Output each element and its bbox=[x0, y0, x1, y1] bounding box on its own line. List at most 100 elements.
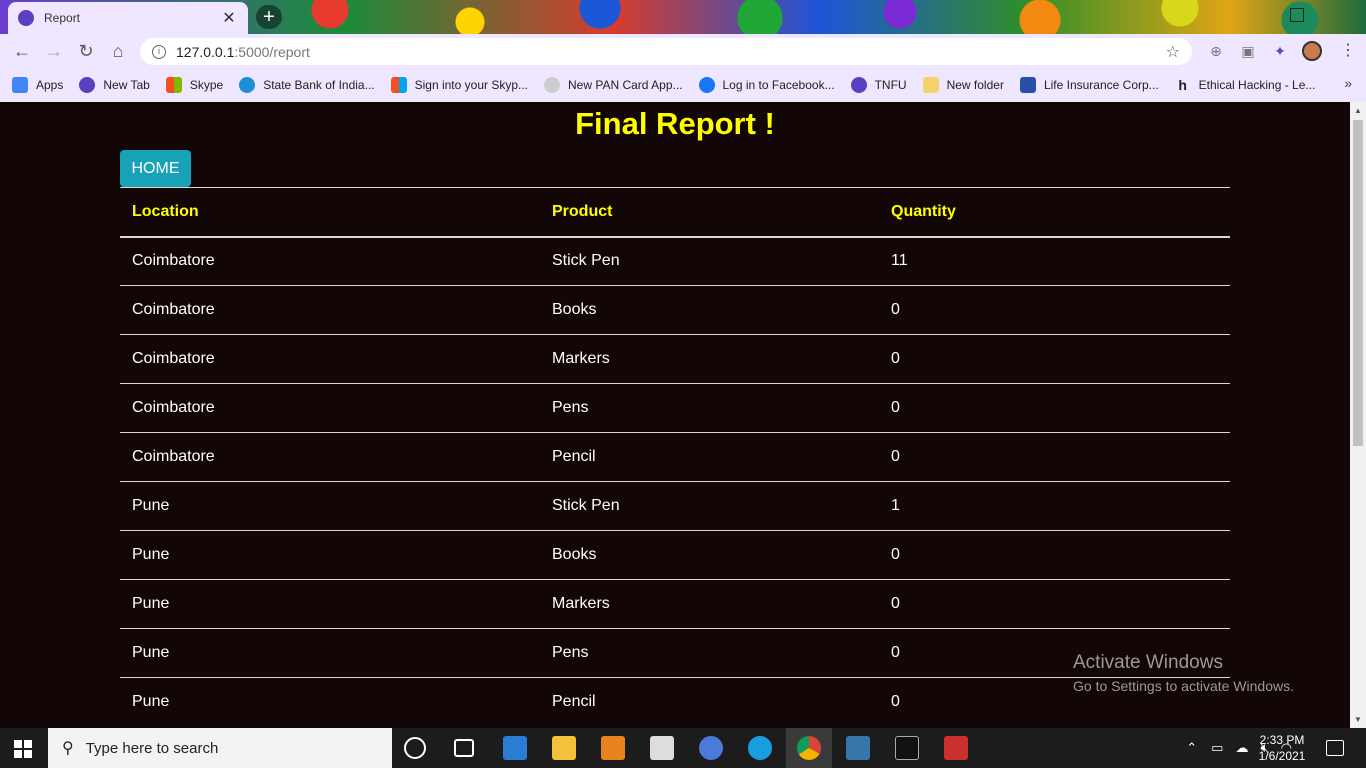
taskbar-clock[interactable]: 2:33 PM 1/6/2021 bbox=[1254, 732, 1310, 764]
bookmark-tnfu[interactable]: TNFU bbox=[850, 77, 907, 93]
search-icon: ⚲ bbox=[62, 740, 74, 757]
table-row: Coimbatore Stick Pen 11 bbox=[120, 236, 1230, 286]
browser-tab[interactable]: Report ✕ bbox=[8, 2, 248, 34]
cell-quantity: 11 bbox=[879, 236, 1230, 286]
cell-location: Coimbatore bbox=[120, 432, 540, 482]
tab-close-icon[interactable]: ✕ bbox=[220, 8, 238, 28]
cell-location: Pune bbox=[120, 628, 540, 678]
bookmark-sbi[interactable]: State Bank of India... bbox=[239, 77, 375, 93]
command-prompt-icon[interactable] bbox=[895, 736, 919, 760]
watermark-line-2: Go to Settings to activate Windows. bbox=[1073, 678, 1294, 694]
table-row: Pune Pencil 0 bbox=[120, 677, 1230, 727]
notification-center-icon[interactable] bbox=[1326, 740, 1344, 756]
sublime-text-icon[interactable] bbox=[601, 736, 625, 760]
cell-product: Markers bbox=[540, 334, 879, 384]
tab-favicon-icon bbox=[18, 10, 34, 26]
battery-icon[interactable]: ▭ bbox=[1211, 740, 1223, 756]
scroll-up-icon[interactable]: ▲ bbox=[1354, 106, 1362, 115]
table-row: Coimbatore Pens 0 bbox=[120, 383, 1230, 433]
cell-quantity: 0 bbox=[879, 383, 1230, 433]
tray-expand-icon[interactable]: ⌃ bbox=[1186, 740, 1197, 756]
python-icon[interactable] bbox=[846, 736, 870, 760]
page-content: Final Report ! HOME Location Product Qua… bbox=[0, 102, 1350, 728]
report-table: Location Product Quantity Coimbatore Sti… bbox=[120, 187, 1230, 727]
back-arrow-icon[interactable]: ← bbox=[12, 41, 32, 61]
page-scrollbar[interactable]: ▲ ▼ bbox=[1350, 102, 1366, 728]
hacking-logo-icon: h bbox=[1178, 77, 1187, 93]
chrome-icon[interactable] bbox=[797, 736, 821, 760]
page-title: Final Report ! bbox=[575, 106, 775, 141]
mail-icon[interactable] bbox=[503, 736, 527, 760]
clock-time: 2:33 PM bbox=[1259, 733, 1305, 747]
chrome-alt-icon[interactable] bbox=[699, 736, 723, 760]
new-tab-favicon-icon bbox=[79, 77, 96, 93]
filezilla-icon[interactable] bbox=[944, 736, 968, 760]
forward-arrow-icon[interactable]: → bbox=[44, 41, 64, 61]
reload-icon[interactable]: ↻ bbox=[76, 41, 96, 61]
new-tab-icon[interactable]: + bbox=[256, 5, 282, 29]
url-text: 127.0.0.1:5000/report bbox=[176, 43, 310, 60]
scroll-down-icon[interactable]: ▼ bbox=[1354, 715, 1362, 724]
edge-icon[interactable] bbox=[748, 736, 772, 760]
table-row: Coimbatore Books 0 bbox=[120, 285, 1230, 335]
cell-location: Coimbatore bbox=[120, 383, 540, 433]
cell-product: Pens bbox=[540, 628, 879, 678]
activate-windows-watermark: Activate Windows Go to Settings to activ… bbox=[1073, 652, 1294, 694]
bookmark-new-folder[interactable]: New folder bbox=[922, 77, 1004, 93]
clock-date: 1/6/2021 bbox=[1258, 749, 1306, 763]
bookmark-skype-signin[interactable]: Sign into your Skyp... bbox=[390, 77, 528, 93]
bookmark-skype[interactable]: Skype bbox=[165, 77, 223, 93]
bookmark-new-tab[interactable]: New Tab bbox=[79, 77, 150, 93]
sbi-logo-icon bbox=[239, 77, 256, 93]
folder-icon bbox=[922, 77, 939, 93]
microsoft-logo-icon bbox=[390, 77, 407, 93]
bookmark-ethical-hacking[interactable]: h Ethical Hacking - Le... bbox=[1175, 77, 1315, 93]
windows-start-icon[interactable] bbox=[14, 740, 32, 758]
browser-menu-icon[interactable]: ⋮ bbox=[1340, 42, 1356, 60]
cell-product: Books bbox=[540, 285, 879, 335]
site-info-icon[interactable]: i bbox=[152, 44, 166, 59]
bookmark-pan-card[interactable]: New PAN Card App... bbox=[544, 77, 683, 93]
task-view-icon[interactable] bbox=[454, 739, 474, 757]
cell-product: Stick Pen bbox=[540, 236, 879, 286]
cell-product: Pens bbox=[540, 383, 879, 433]
bookmark-apps[interactable]: Apps bbox=[12, 77, 63, 93]
tab-title: Report bbox=[44, 11, 81, 25]
window-restore-icon[interactable] bbox=[1290, 8, 1304, 22]
column-header-product: Product bbox=[540, 187, 879, 238]
browser-titlebar: Report ✕ + bbox=[0, 0, 1366, 34]
microsoft-store-icon[interactable] bbox=[650, 736, 674, 760]
table-row: Pune Books 0 bbox=[120, 530, 1230, 580]
file-explorer-icon[interactable] bbox=[552, 736, 576, 760]
bookmark-lic[interactable]: Life Insurance Corp... bbox=[1019, 77, 1159, 93]
home-button[interactable]: HOME bbox=[120, 150, 191, 187]
onedrive-icon[interactable]: ☁ bbox=[1235, 740, 1248, 756]
home-icon[interactable]: ⌂ bbox=[108, 41, 128, 61]
address-bar[interactable]: i 127.0.0.1:5000/report ☆ bbox=[140, 38, 1192, 65]
windows-taskbar: ⚲ Type here to search ⌃ ▭ ☁ 🔇︎ ◠ 2:33 PM… bbox=[0, 728, 1366, 768]
taskbar-search-box[interactable]: ⚲ Type here to search bbox=[48, 728, 392, 768]
puzzle-icon[interactable]: ✦ bbox=[1272, 43, 1288, 59]
bookmark-star-icon[interactable]: ☆ bbox=[1166, 42, 1180, 62]
cortana-icon[interactable] bbox=[404, 737, 426, 759]
table-row: Pune Markers 0 bbox=[120, 579, 1230, 629]
extension-icon[interactable]: ▣ bbox=[1240, 43, 1256, 59]
profile-avatar[interactable] bbox=[1302, 41, 1322, 61]
translate-icon[interactable]: ⊕ bbox=[1208, 43, 1224, 59]
cell-quantity: 0 bbox=[879, 432, 1230, 482]
table-row: Coimbatore Pencil 0 bbox=[120, 432, 1230, 482]
cell-location: Coimbatore bbox=[120, 334, 540, 384]
cell-quantity: 0 bbox=[879, 285, 1230, 335]
cell-product: Stick Pen bbox=[540, 481, 879, 531]
table-row: Pune Pens 0 bbox=[120, 628, 1230, 678]
scroll-thumb[interactable] bbox=[1353, 120, 1363, 446]
cell-quantity: 1 bbox=[879, 481, 1230, 531]
cell-location: Pune bbox=[120, 481, 540, 531]
bookmarks-overflow-icon[interactable]: » bbox=[1344, 75, 1352, 91]
cell-location: Pune bbox=[120, 530, 540, 580]
cell-product: Pencil bbox=[540, 677, 879, 727]
bookmark-facebook[interactable]: Log in to Facebook... bbox=[698, 77, 835, 93]
cell-quantity: 0 bbox=[879, 530, 1230, 580]
globe-icon bbox=[850, 77, 867, 93]
table-header-row: Location Product Quantity bbox=[120, 187, 1230, 238]
